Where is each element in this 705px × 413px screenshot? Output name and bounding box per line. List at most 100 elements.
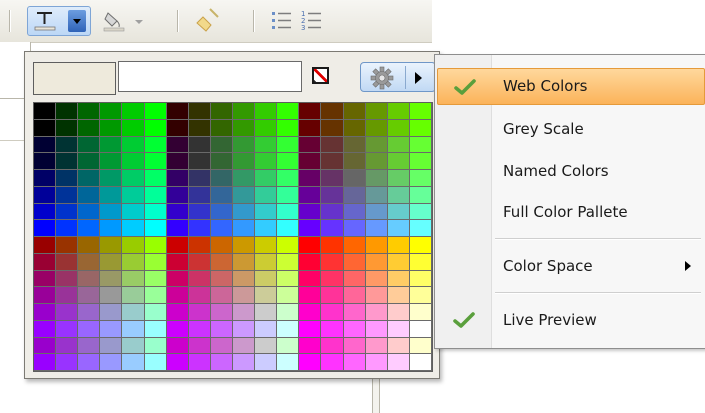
color-swatch[interactable] [299,354,322,371]
color-swatch[interactable] [166,203,189,221]
color-swatch[interactable] [188,287,211,304]
color-swatch[interactable] [277,136,300,154]
color-swatch[interactable] [166,170,189,187]
color-swatch[interactable] [34,237,57,254]
color-swatch[interactable] [34,203,57,221]
color-swatch[interactable] [409,170,432,187]
color-swatch[interactable] [56,170,79,187]
color-swatch[interactable] [166,186,189,204]
palette-options-button[interactable] [360,62,436,92]
color-swatch[interactable] [255,304,278,321]
color-swatch[interactable] [277,203,300,221]
color-swatch[interactable] [365,136,388,154]
color-swatch[interactable] [78,337,101,355]
color-swatch[interactable] [255,186,278,204]
color-swatch[interactable] [299,153,322,170]
fill-color-button[interactable] [100,6,152,34]
color-swatch[interactable] [210,354,233,371]
color-swatch[interactable] [56,304,79,321]
text-color-dropdown[interactable] [68,10,86,32]
color-swatch[interactable] [387,337,410,355]
color-swatch[interactable] [387,220,410,237]
color-swatch[interactable] [56,237,79,254]
color-swatch[interactable] [299,237,322,254]
color-swatch[interactable] [255,170,278,187]
color-swatch[interactable] [233,103,256,120]
color-swatch[interactable] [233,203,256,221]
color-swatch[interactable] [144,103,167,120]
color-swatch[interactable] [122,153,145,170]
color-swatch[interactable] [122,354,145,371]
color-swatch[interactable] [122,103,145,120]
color-swatch[interactable] [166,220,189,237]
color-swatch[interactable] [78,186,101,204]
color-swatch[interactable] [321,304,344,321]
color-swatch[interactable] [100,119,123,137]
color-swatch[interactable] [233,136,256,154]
color-swatch[interactable] [365,119,388,137]
color-swatch[interactable] [387,237,410,254]
color-swatch[interactable] [188,153,211,170]
color-swatch[interactable] [343,320,366,338]
color-swatch[interactable] [277,237,300,254]
color-swatch[interactable] [166,337,189,355]
color-swatch[interactable] [100,270,123,288]
color-swatch[interactable] [365,186,388,204]
color-swatch[interactable] [277,170,300,187]
color-swatch[interactable] [34,136,57,154]
color-swatch[interactable] [277,253,300,271]
color-swatch[interactable] [78,237,101,254]
color-swatch[interactable] [210,103,233,120]
color-swatch[interactable] [409,136,432,154]
color-swatch[interactable] [144,270,167,288]
color-swatch[interactable] [277,304,300,321]
color-swatch[interactable] [365,354,388,371]
color-swatch[interactable] [188,304,211,321]
color-swatch[interactable] [343,153,366,170]
color-swatch[interactable] [233,253,256,271]
color-swatch[interactable] [365,103,388,120]
color-swatch[interactable] [56,270,79,288]
color-swatch[interactable] [343,136,366,154]
color-swatch[interactable] [233,153,256,170]
color-swatch[interactable] [210,170,233,187]
color-swatch[interactable] [409,304,432,321]
color-swatch[interactable] [100,186,123,204]
hex-color-input[interactable] [118,61,302,92]
color-swatch[interactable] [233,237,256,254]
menu-item-grey-scale[interactable]: Grey Scale [437,111,705,148]
color-swatch[interactable] [100,103,123,120]
menu-item-named-colors[interactable]: Named Colors [437,153,705,190]
color-swatch[interactable] [122,270,145,288]
color-swatch[interactable] [144,170,167,187]
color-swatch[interactable] [255,220,278,237]
color-swatch[interactable] [34,270,57,288]
color-swatch[interactable] [210,320,233,338]
color-swatch[interactable] [34,153,57,170]
color-swatch[interactable] [122,186,145,204]
color-swatch[interactable] [409,103,432,120]
color-swatch[interactable] [122,337,145,355]
color-swatch[interactable] [210,253,233,271]
color-swatch[interactable] [144,153,167,170]
color-swatch[interactable] [122,203,145,221]
color-swatch[interactable] [166,270,189,288]
color-swatch[interactable] [255,136,278,154]
color-swatch[interactable] [188,337,211,355]
color-swatch[interactable] [255,153,278,170]
color-swatch[interactable] [122,304,145,321]
color-swatch[interactable] [277,337,300,355]
color-swatch[interactable] [299,287,322,304]
color-swatch[interactable] [365,153,388,170]
color-swatch[interactable] [210,186,233,204]
color-swatch[interactable] [56,203,79,221]
color-swatch[interactable] [56,186,79,204]
color-swatch[interactable] [56,253,79,271]
color-swatch[interactable] [343,119,366,137]
color-swatch[interactable] [100,337,123,355]
menu-item-web-colors[interactable]: Web Colors [437,68,705,105]
color-swatch[interactable] [210,237,233,254]
color-swatch[interactable] [210,270,233,288]
color-swatch[interactable] [387,270,410,288]
color-swatch[interactable] [122,237,145,254]
